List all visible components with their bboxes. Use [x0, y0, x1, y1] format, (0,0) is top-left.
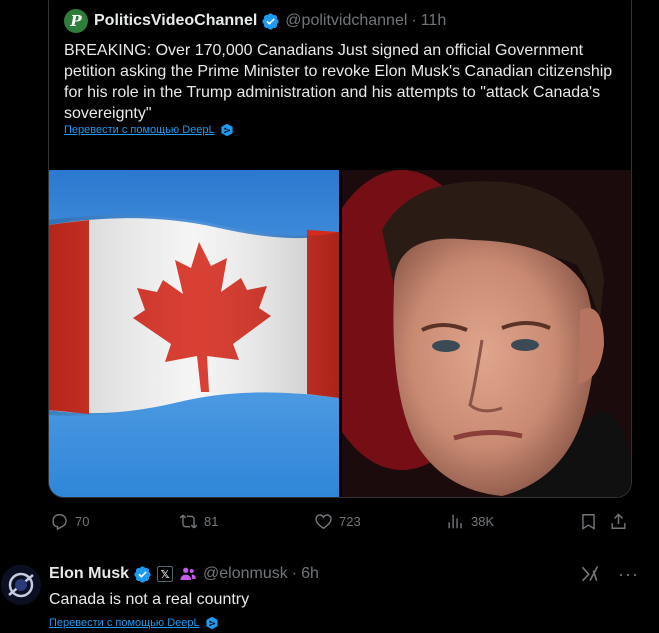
reply-translate-link[interactable]: Перевести с помощью DeepL [49, 616, 219, 630]
quoted-author-name[interactable]: PoliticsVideoChannel [94, 12, 257, 30]
deepl-icon [221, 123, 233, 137]
repost-count: 81 [204, 514, 219, 529]
tweet-action-bar: 70 81 723 38K [48, 512, 632, 536]
views-icon [448, 514, 462, 529]
separator-dot: · [291, 565, 298, 582]
like-button[interactable]: 723 [314, 512, 361, 531]
views-count: 38K [471, 514, 495, 529]
bookmark-icon [582, 514, 595, 530]
reply-header-actions: ··· [580, 562, 639, 586]
reply-button[interactable]: 70 [50, 512, 89, 531]
views-button[interactable]: 38K [446, 512, 494, 531]
reply-count: 70 [75, 514, 90, 529]
quoted-author-avatar[interactable]: P [64, 9, 88, 33]
reply-author-avatar[interactable] [1, 565, 41, 605]
quoted-tweet-media[interactable] [49, 170, 631, 497]
share-icon [611, 513, 626, 529]
portrait-photo[interactable] [342, 170, 631, 497]
like-count: 723 [339, 514, 361, 529]
canadian-flag-image[interactable] [49, 170, 339, 497]
deepl-icon [206, 616, 218, 630]
flag-illustration [49, 170, 339, 497]
portrait-illustration [342, 170, 631, 497]
repost-icon [179, 514, 198, 529]
quoted-tweet-time[interactable]: 11h [421, 12, 447, 30]
translate-label[interactable]: Перевести с помощью DeepL [49, 617, 200, 629]
verified-badge-icon [133, 565, 152, 584]
avatar-illustration [1, 565, 41, 605]
reply-icon [52, 514, 67, 531]
bookmark-button[interactable] [579, 512, 604, 531]
quoted-tweet-card[interactable]: P PoliticsVideoChannel @politvidchannel … [48, 0, 632, 498]
quoted-tweet-text: BREAKING: Over 170,000 Canadians Just si… [64, 42, 613, 122]
repost-button[interactable]: 81 [179, 512, 218, 531]
separator-dot: · [411, 12, 417, 29]
quoted-translate-link[interactable]: Перевести с помощью DeepL [64, 123, 234, 137]
quoted-author-handle[interactable]: @politvidchannel [285, 12, 407, 30]
quoted-tweet-header: P PoliticsVideoChannel @politvidchannel … [64, 9, 446, 33]
x-affiliate-badge-icon[interactable]: 𝕏 [157, 566, 174, 582]
reply-author-handle[interactable]: @elonmusk [203, 565, 288, 583]
grok-icon[interactable] [580, 564, 600, 584]
heart-icon [315, 514, 332, 530]
people-icon [180, 567, 196, 580]
reply-tweet-time[interactable]: 6h [301, 565, 319, 583]
translate-label[interactable]: Перевести с помощью DeepL [64, 124, 215, 136]
reply-tweet-text: Canada is not a real country [49, 591, 250, 608]
reply-tweet-header: Elon Musk 𝕏 @elonmusk · 6h ··· [49, 562, 639, 586]
verified-badge-icon [261, 12, 280, 31]
share-button[interactable] [609, 512, 634, 531]
reply-author-name[interactable]: Elon Musk [49, 565, 129, 583]
timeline: P PoliticsVideoChannel @politvidchannel … [0, 0, 659, 633]
more-options-icon[interactable]: ··· [618, 564, 639, 585]
